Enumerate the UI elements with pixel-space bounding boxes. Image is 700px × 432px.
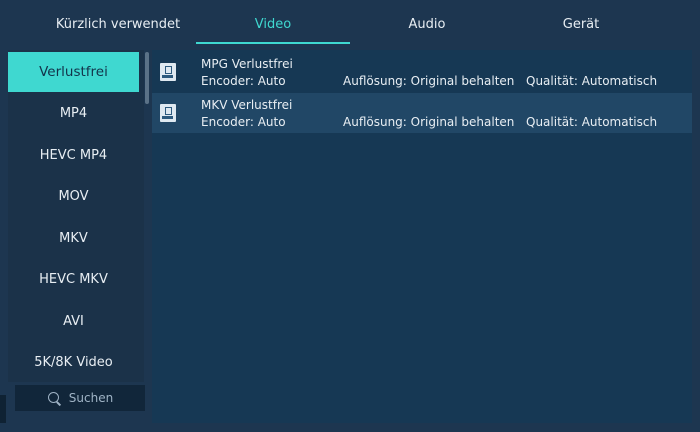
- format-category-sidebar: Verlustfrei MP4 HEVC MP4 MOV MKV HEVC MK…: [8, 50, 144, 382]
- sidebar-item-hevc-mkv[interactable]: HEVC MKV: [8, 259, 139, 299]
- left-edge-fragment: [0, 395, 6, 423]
- mpg-file-icon: [160, 63, 176, 81]
- format-encoder: Encoder: Auto: [201, 115, 286, 129]
- search-label: Suchen: [68, 391, 114, 405]
- sidebar-item-mov[interactable]: MOV: [8, 176, 139, 216]
- format-quality: Qualität: Automatisch: [526, 115, 658, 129]
- format-name: MPG Verlustfrei: [201, 57, 293, 71]
- format-row-mpg-lossless[interactable]: MPG Verlustfrei Encoder: Auto Auflösung:…: [152, 52, 692, 92]
- tab-video[interactable]: Video: [196, 0, 350, 48]
- tab-bar: Kürzlich verwendet Video Audio Gerät: [0, 0, 700, 50]
- mkv-file-icon: [160, 104, 176, 122]
- sidebar-item-avi[interactable]: AVI: [8, 301, 139, 341]
- format-name: MKV Verlustfrei: [201, 98, 293, 112]
- tab-audio[interactable]: Audio: [350, 0, 504, 48]
- sidebar-item-hevc-mp4[interactable]: HEVC MP4: [8, 135, 139, 175]
- format-resolution: Auflösung: Original behalten: [343, 74, 515, 88]
- sidebar-item-mkv[interactable]: MKV: [8, 218, 139, 258]
- format-quality: Qualität: Automatisch: [526, 74, 658, 88]
- format-picker-window: Kürzlich verwendet Video Audio Gerät Ver…: [0, 0, 700, 432]
- sidebar-scrollbar[interactable]: [145, 52, 149, 104]
- format-resolution: Auflösung: Original behalten: [343, 115, 515, 129]
- format-list: MPG Verlustfrei Encoder: Auto Auflösung:…: [152, 50, 692, 423]
- search-box[interactable]: Suchen: [15, 385, 145, 411]
- format-row-mkv-lossless[interactable]: MKV Verlustfrei Encoder: Auto Auflösung:…: [152, 93, 692, 133]
- tab-device[interactable]: Gerät: [504, 0, 658, 48]
- tab-recent[interactable]: Kürzlich verwendet: [40, 0, 196, 48]
- search-icon: [47, 391, 61, 405]
- format-encoder: Encoder: Auto: [201, 74, 286, 88]
- sidebar-item-5k8k-video[interactable]: 5K/8K Video: [8, 342, 139, 382]
- sidebar-item-lossless[interactable]: Verlustfrei: [8, 52, 139, 92]
- sidebar-item-mp4[interactable]: MP4: [8, 93, 139, 133]
- active-tab-indicator: [196, 42, 350, 44]
